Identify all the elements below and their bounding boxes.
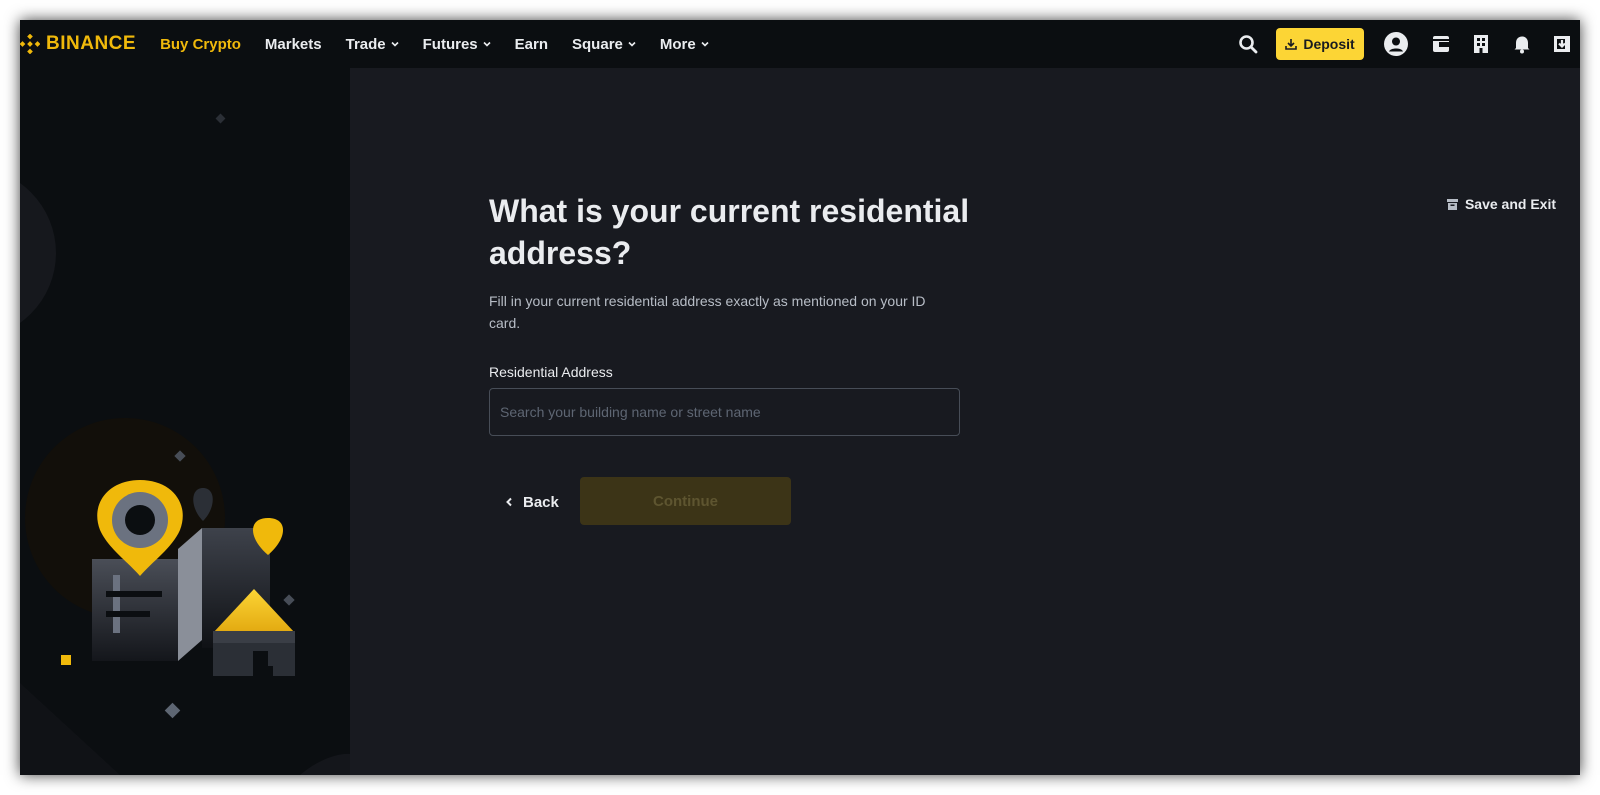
nav-label: Markets [264, 35, 322, 53]
nav-trade[interactable]: Trade [346, 36, 399, 53]
wallet-icon[interactable] [1429, 32, 1453, 56]
chevron-down-icon [701, 41, 709, 47]
chevron-down-icon [628, 41, 636, 47]
deposit-button[interactable]: Deposit [1276, 28, 1364, 60]
browser-window: BINANCE Buy Crypto Markets Trade Futures… [20, 20, 1580, 775]
bell-icon[interactable] [1510, 32, 1534, 56]
download-app-icon[interactable] [1550, 32, 1574, 56]
orders-icon[interactable] [1469, 32, 1493, 56]
back-button[interactable]: Back [505, 488, 559, 516]
nav-futures[interactable]: Futures [423, 36, 491, 53]
chevron-down-icon [483, 41, 491, 47]
back-label: Back [523, 493, 559, 511]
continue-label: Continue [653, 492, 718, 510]
nav-label: Square [572, 35, 623, 53]
illustration-panel [20, 68, 350, 775]
nav-label: Earn [514, 35, 549, 53]
chevron-left-icon [506, 497, 512, 507]
nav-buy-crypto[interactable]: Buy Crypto [160, 36, 241, 53]
download-icon [1285, 39, 1298, 50]
continue-button[interactable]: Continue [580, 477, 791, 525]
nav-square[interactable]: Square [572, 36, 636, 53]
page-title: What is your current residential address… [489, 193, 970, 271]
nav-label: More [659, 35, 696, 53]
page-subtitle: Fill in your current residential address… [489, 293, 926, 331]
brand-name: BINANCE [46, 33, 137, 54]
nav-label: Buy Crypto [160, 35, 241, 53]
residential-address-input[interactable] [489, 388, 960, 436]
header-actions: Deposit [1236, 20, 1580, 68]
deposit-label: Deposit [1303, 36, 1355, 52]
nav-label: Trade [345, 35, 386, 53]
user-icon[interactable] [1384, 32, 1408, 56]
nav-earn[interactable]: Earn [515, 36, 548, 53]
address-field-label: Residential Address [489, 364, 613, 380]
nav-more[interactable]: More [660, 36, 709, 53]
search-icon[interactable] [1236, 32, 1260, 56]
nav-label: Futures [422, 35, 478, 53]
main-nav: Buy Crypto Markets Trade Futures Earn Sq… [148, 36, 721, 53]
save-and-exit-button[interactable]: Save and Exit [1446, 196, 1556, 212]
address-illustration [20, 113, 350, 775]
save-and-exit-label: Save and Exit [1464, 196, 1556, 212]
top-navigation-bar: BINANCE Buy Crypto Markets Trade Futures… [20, 20, 1580, 68]
binance-logo-icon [20, 34, 40, 54]
binance-logo[interactable]: BINANCE [20, 33, 136, 55]
chevron-down-icon [391, 41, 399, 47]
nav-markets[interactable]: Markets [265, 36, 322, 53]
archive-icon [1446, 198, 1458, 210]
